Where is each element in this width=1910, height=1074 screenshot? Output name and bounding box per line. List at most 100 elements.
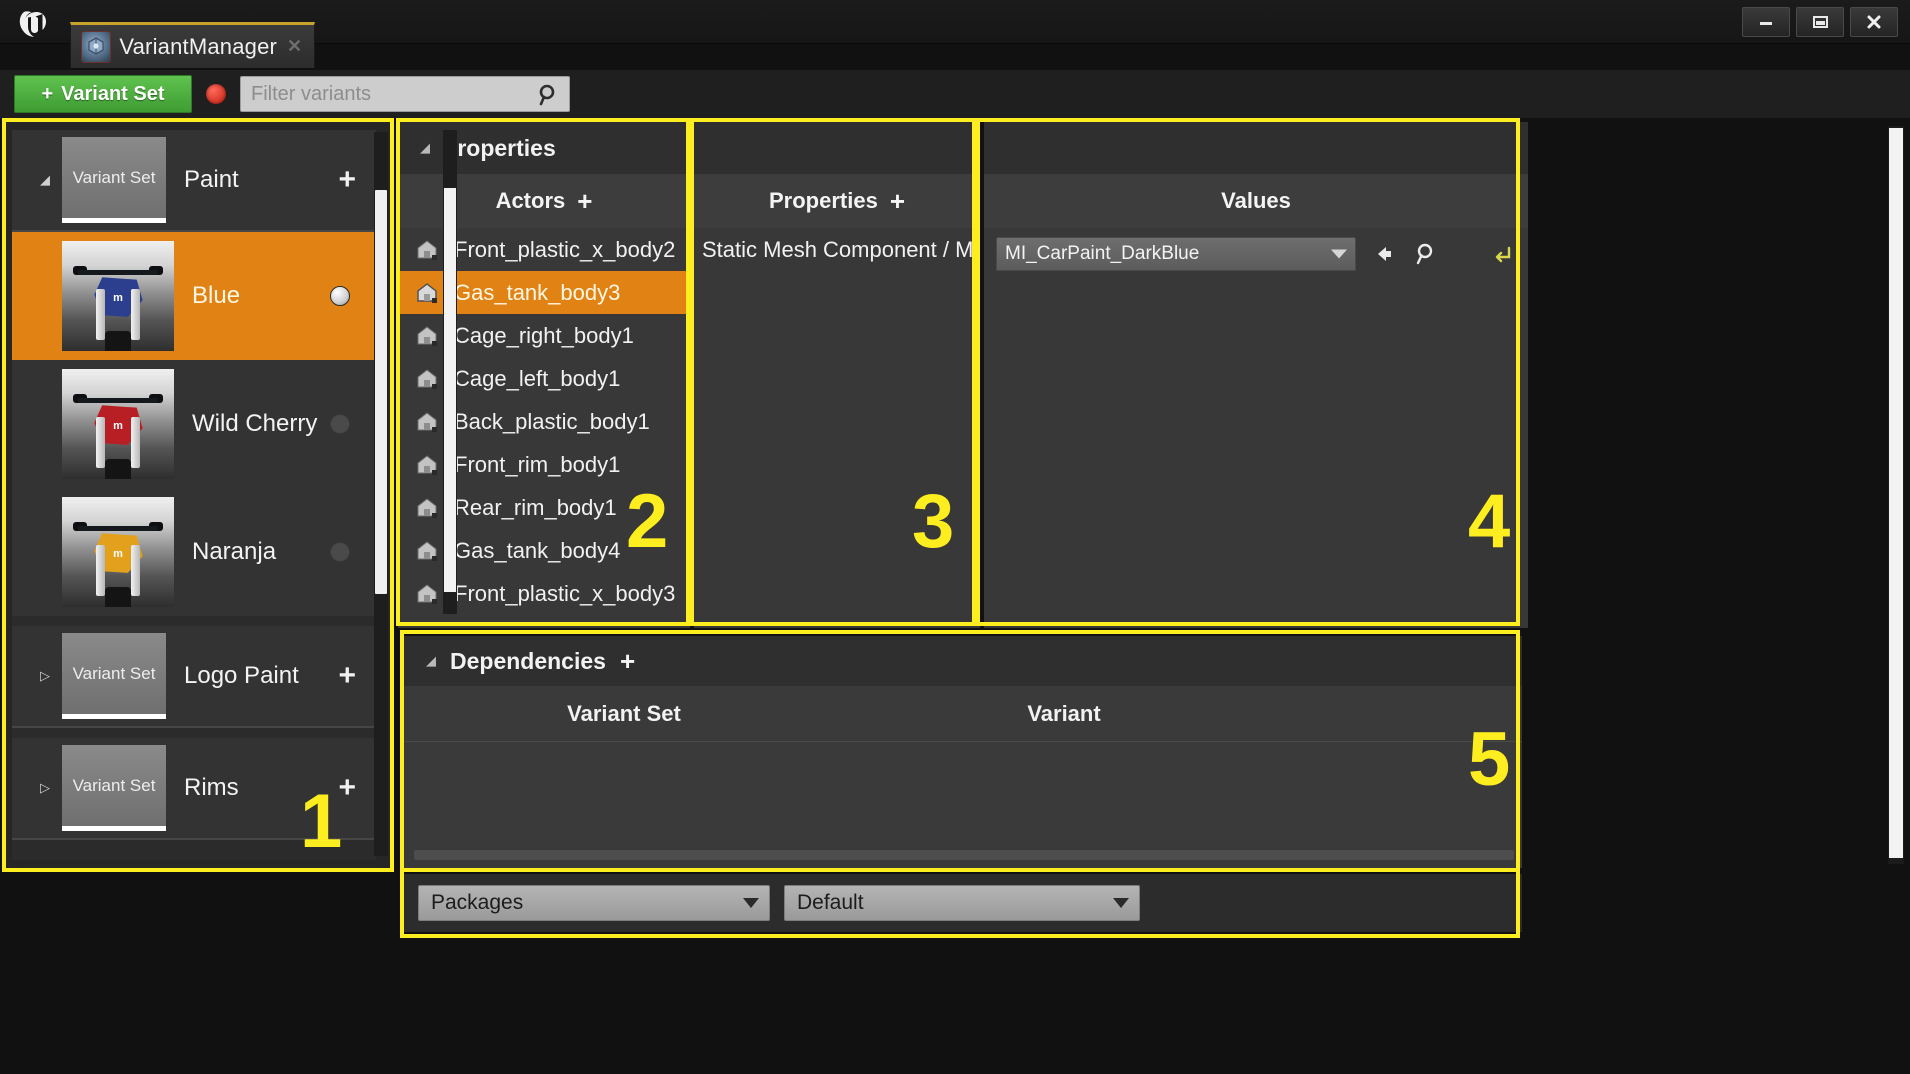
actor-label: Front_plastic_x_body2: [454, 236, 676, 262]
search-icon[interactable]: [537, 83, 561, 107]
actor-label: Rear_rim_body1: [454, 494, 617, 520]
scrollbar-thumb[interactable]: [1889, 128, 1903, 858]
packages-value-label: Packages: [431, 891, 524, 914]
chevron-down-icon[interactable]: ◢: [34, 172, 56, 188]
variant-active-radio[interactable]: [330, 542, 350, 562]
material-dropdown[interactable]: MI_CarPaint_DarkBlue: [996, 236, 1356, 271]
dependencies-panel: ◢ Dependencies + Variant Set Variant: [404, 636, 1522, 868]
value-row: MI_CarPaint_DarkBlue: [984, 232, 1528, 275]
actor-label: Back_plastic_body1: [454, 408, 650, 434]
add-actor-button[interactable]: +: [577, 188, 592, 214]
variant-sets-list: ◢ Variant Set Paint + m Blue m Wild Cher…: [12, 130, 376, 860]
add-variant-set-button[interactable]: + Variant Set: [14, 75, 192, 113]
variant-sets-scrollbar[interactable]: [374, 132, 388, 856]
property-label: Static Mesh Component / Mat: [702, 236, 980, 262]
variant-thumbnail: m: [62, 241, 174, 351]
actor-icon: [414, 538, 440, 564]
variant-set-label: Logo Paint: [184, 662, 299, 689]
variant-label: Blue: [192, 282, 241, 309]
values-column-header: Values: [984, 174, 1528, 228]
annotation-label-3: 3: [912, 479, 955, 564]
chevron-down-icon[interactable]: ◢: [426, 653, 436, 669]
properties-column-spacer: [694, 122, 980, 174]
add-variant-button[interactable]: +: [338, 661, 356, 691]
chevron-right-icon[interactable]: ▷: [34, 668, 56, 684]
actors-scrollbar[interactable]: [443, 130, 457, 614]
variant-set-thumbnail: Variant Set: [62, 137, 166, 223]
filter-variants-field[interactable]: [240, 76, 570, 112]
variant-active-radio[interactable]: [330, 286, 350, 306]
add-dependency-button[interactable]: +: [620, 648, 635, 674]
actor-row[interactable]: Front_plastic_x_body2: [398, 228, 690, 271]
tab-label: VariantManager: [119, 33, 278, 59]
chevron-down-icon[interactable]: [1331, 249, 1347, 258]
actor-label: Front_rim_body1: [454, 451, 621, 477]
chevron-down-icon[interactable]: [743, 898, 759, 908]
variant-set-row-logo-paint[interactable]: ▷ Variant Set Logo Paint +: [12, 626, 376, 728]
actor-icon: [414, 280, 440, 306]
variant-label: Naranja: [192, 538, 277, 565]
list-separator: [12, 728, 376, 738]
actor-row[interactable]: Front_plastic_x_body3: [398, 572, 690, 615]
actors-column-label: Actors: [495, 188, 566, 213]
variant-set-thumbnail: Variant Set: [62, 745, 166, 831]
packages-dropdown[interactable]: Packages: [418, 885, 770, 921]
variant-row-naranja[interactable]: m Naranja: [12, 488, 376, 616]
dependencies-horizontal-scrollbar[interactable]: [414, 850, 1514, 860]
variant-set-label: Paint: [184, 166, 239, 193]
scrollbar-thumb[interactable]: [444, 188, 456, 592]
properties-column-header: Properties +: [694, 174, 980, 228]
tab-variant-manager[interactable]: VariantManager ✕: [70, 22, 315, 68]
add-variant-button[interactable]: +: [338, 165, 356, 195]
properties-header-label: Properties: [442, 134, 556, 161]
add-variant-set-label: Variant Set: [61, 82, 165, 105]
material-value-label: MI_CarPaint_DarkBlue: [1005, 242, 1200, 264]
values-column-spacer: [984, 122, 1528, 174]
dependencies-header[interactable]: ◢ Dependencies +: [404, 636, 1522, 686]
actors-column-header: Actors +: [398, 174, 690, 228]
arrow-left-icon[interactable]: [1370, 240, 1398, 268]
actor-icon: [414, 409, 440, 435]
actor-icon: [414, 237, 440, 263]
chevron-right-icon[interactable]: ▷: [34, 780, 56, 796]
actor-label: Front_plastic_x_body3: [454, 580, 676, 606]
tab-close-icon[interactable]: ✕: [285, 36, 304, 57]
dependencies-column-variant-set: Variant Set: [567, 700, 681, 726]
actor-row[interactable]: Cage_left_body1: [398, 357, 690, 400]
variant-label: Wild Cherry: [192, 410, 318, 437]
variant-set-thumbnail: Variant Set: [62, 633, 166, 719]
properties-area: ◢ Properties Actors + Front_plastic_x_bo…: [398, 122, 1528, 628]
actor-icon: [414, 495, 440, 521]
chevron-down-icon[interactable]: [1113, 898, 1129, 908]
properties-header[interactable]: ◢ Properties: [398, 122, 690, 174]
search-input[interactable]: [251, 82, 535, 106]
bottom-bar: Packages Default: [404, 874, 1522, 932]
tab-strip: VariantManager ✕: [0, 22, 1910, 68]
default-dropdown[interactable]: Default: [784, 885, 1140, 921]
variant-manager-icon: [81, 30, 112, 63]
chevron-down-icon[interactable]: ◢: [420, 140, 430, 156]
add-property-button[interactable]: +: [890, 188, 905, 214]
actor-row[interactable]: Cage_right_body1: [398, 314, 690, 357]
variant-active-radio[interactable]: [330, 414, 350, 434]
search-icon[interactable]: [1412, 240, 1440, 268]
window-scrollbar[interactable]: [1888, 126, 1904, 864]
variant-set-row-paint[interactable]: ◢ Variant Set Paint +: [12, 130, 376, 232]
variant-sets-panel: ◢ Variant Set Paint + m Blue m Wild Cher…: [4, 122, 390, 868]
property-row[interactable]: Static Mesh Component / Mat: [694, 228, 980, 271]
actor-label: Cage_right_body1: [454, 322, 634, 348]
annotation-label-5: 5: [1468, 717, 1511, 802]
actor-row-selected[interactable]: Gas_tank_body3: [398, 271, 690, 314]
variant-row-blue[interactable]: m Blue: [12, 232, 376, 360]
annotation-label-1: 1: [300, 779, 343, 864]
record-dot-icon[interactable]: [206, 84, 226, 104]
plus-icon: +: [41, 82, 54, 105]
actor-row[interactable]: Back_plastic_body1: [398, 400, 690, 443]
reset-arrow-icon[interactable]: [1490, 241, 1516, 267]
scrollbar-thumb[interactable]: [375, 190, 387, 594]
values-column-label: Values: [1221, 188, 1291, 213]
variant-thumbnail: m: [62, 497, 174, 607]
actor-label: Cage_left_body1: [454, 365, 621, 391]
variant-manager-window: VariantManager ✕ + Variant Set ◢ Va: [0, 0, 1910, 1074]
variant-row-wild-cherry[interactable]: m Wild Cherry: [12, 360, 376, 488]
